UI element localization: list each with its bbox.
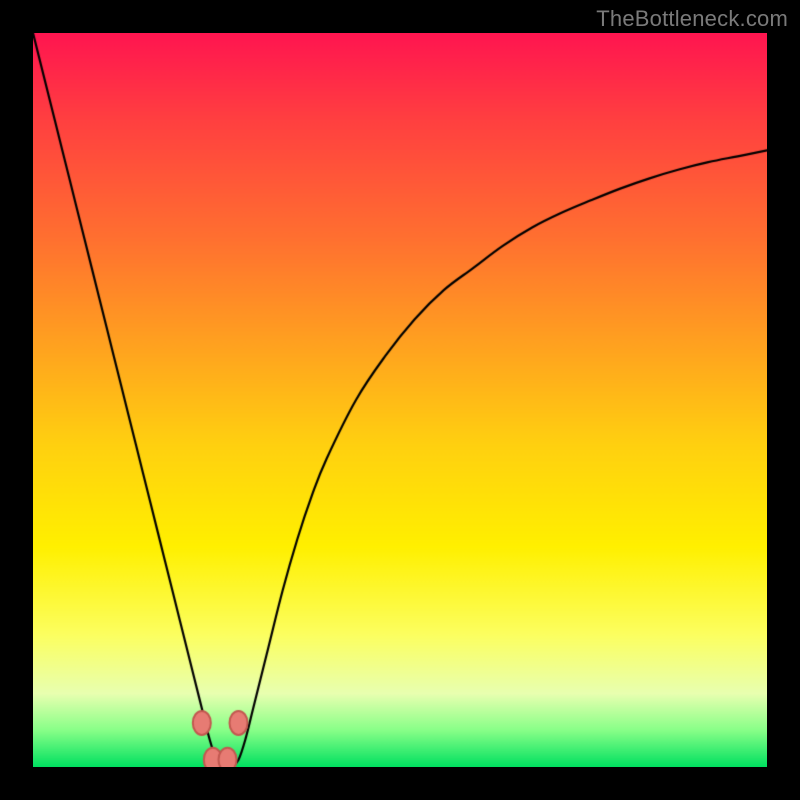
watermark-label: TheBottleneck.com [596, 6, 788, 32]
chart-frame: TheBottleneck.com [0, 0, 800, 800]
plot-area [33, 33, 767, 767]
chart-canvas [33, 33, 767, 767]
